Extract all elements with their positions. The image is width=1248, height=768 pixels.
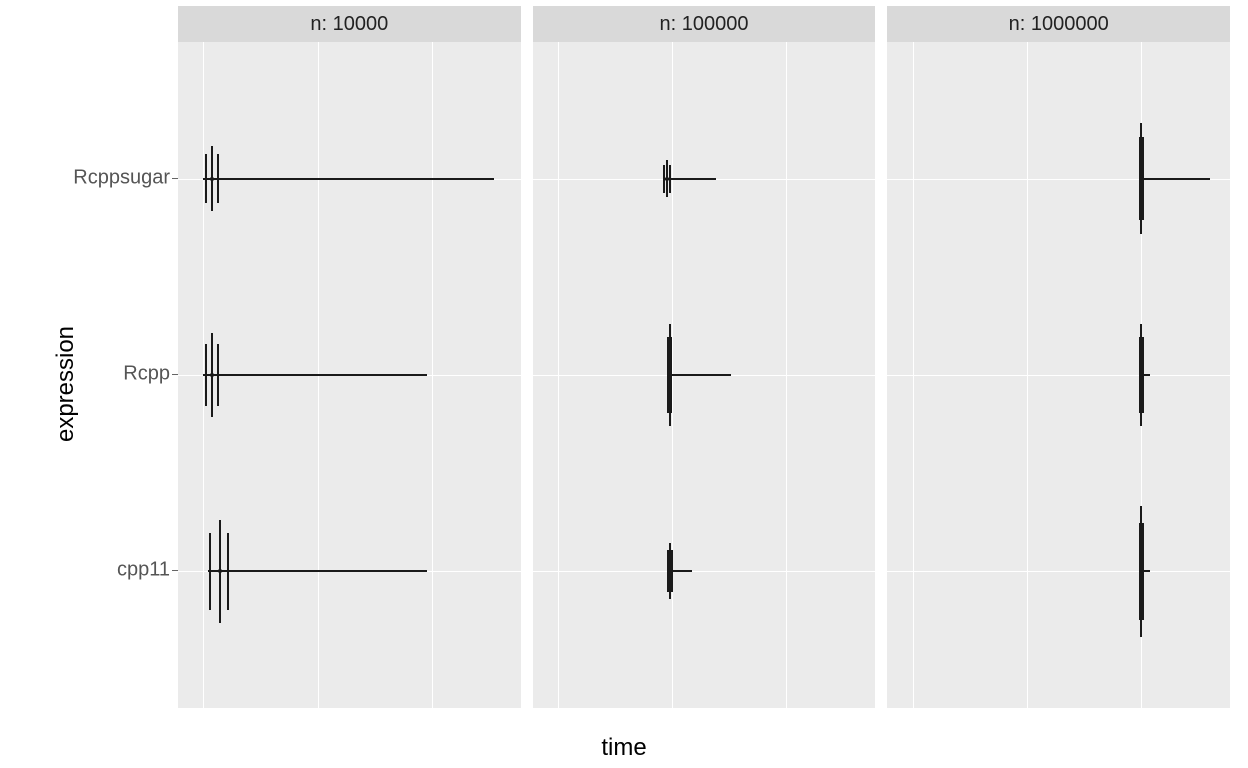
facet-strip: n: 1000000	[887, 6, 1230, 42]
median-point	[668, 373, 672, 377]
median-point	[218, 569, 222, 573]
violin-range	[203, 374, 426, 376]
x-axis-title: time	[601, 734, 646, 762]
y-tick-label: Rcppsugar	[58, 167, 170, 190]
facet-strip: n: 10000	[178, 6, 521, 42]
median-point	[665, 177, 669, 181]
median-point	[1139, 177, 1143, 181]
violin-range	[1139, 178, 1210, 180]
facet: n: 100000 10µs100µs1ms	[533, 6, 876, 708]
median-point	[668, 569, 672, 573]
violin-range	[667, 374, 731, 376]
violin-spike	[217, 154, 219, 203]
violin-range	[664, 178, 715, 180]
violin-spike	[217, 344, 219, 407]
facet-strip: n: 100000	[533, 6, 876, 42]
chart-root: expression time Rcppsugar Rcpp cpp11 n: …	[0, 0, 1248, 768]
plot-panel: 10µs100µs1ms	[887, 42, 1230, 708]
violin-range	[203, 178, 494, 180]
y-tick-label: cpp11	[58, 559, 170, 582]
plot-panel: 10µs100µs1ms	[178, 42, 521, 708]
facet: n: 1000000 10µs100µs1ms	[887, 6, 1230, 708]
violin-spike	[205, 154, 207, 203]
median-point	[210, 177, 214, 181]
median-point	[210, 373, 214, 377]
violin-spike	[227, 533, 229, 610]
facet-row: n: 10000 10µs100µs1ms n: 100000 10µs100µ…	[178, 6, 1230, 708]
median-point	[1139, 373, 1143, 377]
violin-range	[208, 570, 426, 572]
violin-spike	[209, 533, 211, 610]
facet: n: 10000 10µs100µs1ms	[178, 6, 521, 708]
violin-spike	[205, 344, 207, 407]
median-point	[1139, 569, 1143, 573]
plot-panel: 10µs100µs1ms	[533, 42, 876, 708]
y-tick-label: Rcpp	[58, 363, 170, 386]
